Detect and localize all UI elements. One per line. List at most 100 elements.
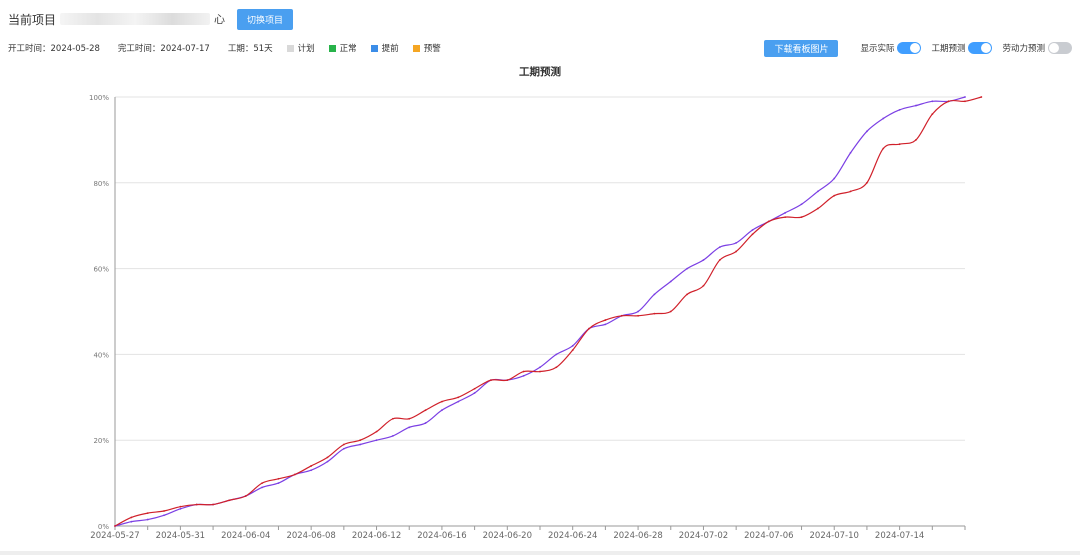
legend-ahead-label: 提前 (381, 44, 399, 54)
data-point (473, 387, 476, 390)
x-tick-label: 2024-06-28 (613, 531, 662, 541)
data-point (522, 370, 525, 373)
current-project-label: 当前项目 (8, 12, 57, 27)
data-point (849, 190, 852, 193)
data-point (441, 400, 443, 403)
project-bar: 当前项目 心 切换项目 (8, 8, 294, 30)
show-actual-toggle[interactable] (897, 42, 922, 54)
data-point (457, 396, 460, 399)
y-tick-label: 20% (93, 437, 109, 445)
y-tick-label: 60% (93, 266, 109, 274)
data-point (555, 366, 558, 369)
data-point (800, 216, 803, 219)
x-tick-label: 2024-06-20 (483, 531, 532, 541)
data-point (342, 447, 345, 450)
labor-forecast-control: 劳动力预测 (1002, 42, 1072, 54)
data-point (669, 310, 672, 313)
data-point (866, 130, 868, 133)
data-point (735, 241, 738, 244)
data-point (261, 486, 264, 489)
series-line-0 (114, 96, 966, 527)
data-point (130, 516, 133, 519)
data-point (588, 327, 590, 330)
end-date: 完工时间：2024-07-17 (117, 44, 210, 54)
data-point (964, 96, 966, 98)
data-point (898, 108, 901, 111)
data-point (228, 499, 231, 502)
x-tick-label: 2024-06-16 (417, 531, 466, 541)
data-point (669, 280, 672, 283)
data-point (408, 426, 411, 429)
legend-warning: 预警 (412, 42, 441, 54)
data-point (604, 323, 607, 326)
legend-warning-swatch (412, 44, 420, 52)
duration: 工期：51天 (227, 44, 273, 54)
x-tick-label: 2024-06-24 (548, 531, 597, 541)
data-point (130, 520, 133, 523)
series-line-1 (114, 96, 982, 527)
data-point (637, 314, 639, 317)
data-point (342, 443, 345, 446)
data-point (816, 207, 819, 210)
data-point (718, 259, 721, 261)
data-point (751, 229, 754, 231)
data-point (833, 194, 836, 197)
legend-normal: 正常 (328, 42, 357, 54)
data-point (637, 310, 639, 313)
legend-normal-label: 正常 (339, 44, 357, 54)
data-point (359, 443, 362, 446)
data-point (146, 512, 149, 515)
chart-controls: 下载看板图片 显示实际 工期预测 劳动力预测 (764, 39, 1072, 57)
x-tick-label: 2024-07-06 (744, 531, 793, 541)
data-point (375, 430, 378, 433)
data-point (310, 469, 313, 472)
legend-warning-label: 预警 (423, 44, 441, 54)
data-point (686, 267, 689, 270)
data-point (849, 151, 852, 154)
data-point (964, 100, 966, 103)
data-point (310, 465, 313, 467)
data-point (882, 117, 885, 120)
legend-plan: 计划 (286, 42, 315, 54)
legend-normal-swatch (328, 44, 336, 52)
legend-plan-swatch (286, 44, 294, 52)
project-name-redacted (60, 13, 211, 25)
x-tick-label: 2024-06-08 (286, 531, 335, 541)
legend-ahead-swatch (370, 44, 378, 52)
data-point (277, 482, 280, 484)
data-point (179, 507, 182, 510)
data-point (391, 435, 394, 437)
duration-forecast-toggle[interactable] (968, 42, 993, 54)
data-point (146, 518, 149, 521)
data-point (571, 349, 574, 352)
data-point (506, 379, 509, 382)
data-point (163, 514, 165, 517)
x-tick-label: 2024-07-14 (875, 531, 924, 541)
legend-plan-label: 计划 (297, 44, 315, 54)
data-point (212, 503, 214, 506)
toggle-knob (1049, 43, 1059, 53)
data-point (620, 314, 623, 317)
data-point (441, 409, 443, 412)
data-point (816, 190, 819, 193)
labor-forecast-toggle[interactable] (1048, 42, 1072, 54)
data-point (457, 400, 460, 403)
show-actual-label: 显示实际 (860, 44, 895, 54)
data-point (653, 312, 656, 315)
data-point (735, 250, 738, 253)
labor-forecast-label: 劳动力预测 (1002, 44, 1045, 54)
y-tick-label: 80% (93, 180, 109, 188)
data-point (882, 147, 885, 150)
data-point (522, 374, 525, 377)
x-tick-label: 2024-05-27 (90, 531, 139, 541)
data-point (686, 293, 689, 296)
download-board-image-button[interactable]: 下载看板图片 (764, 39, 839, 57)
data-point (915, 104, 917, 107)
toggle-knob (910, 43, 921, 53)
data-point (244, 495, 247, 497)
switch-project-button[interactable]: 切换项目 (237, 8, 294, 30)
data-point (931, 100, 934, 103)
y-tick-label: 100% (89, 94, 109, 102)
data-point (653, 293, 656, 296)
chart-title: 工期预测 (519, 65, 561, 78)
